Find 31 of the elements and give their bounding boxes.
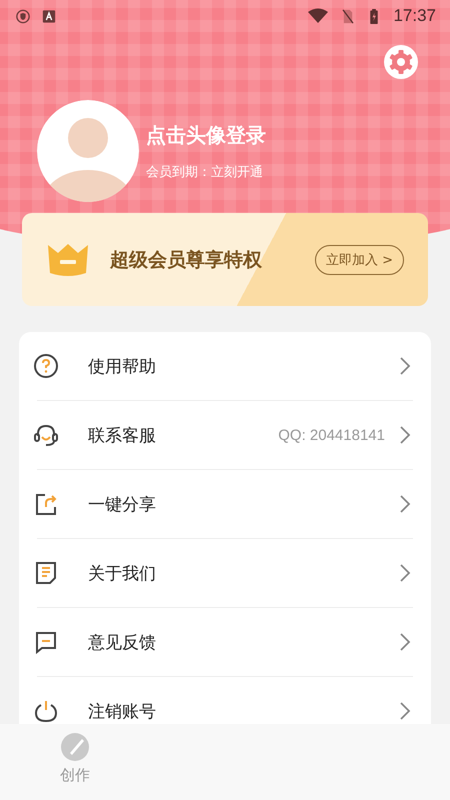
menu-label: 意见反馈 [88,632,156,654]
vip-title: 超级会员尊享特权 [110,248,263,272]
qq-number: QQ: 204418141 [278,426,385,444]
shield-icon [16,8,30,24]
comment-icon [33,629,59,655]
settings-icon[interactable] [384,45,418,79]
chevron-right-icon [399,563,411,583]
menu-label: 使用帮助 [88,356,156,378]
menu-label: 一键分享 [88,494,156,516]
menu-label: 关于我们 [88,562,156,584]
chevron-right-icon [399,701,411,721]
membership-status: 会员到期：立刻开通 [146,164,264,180]
vip-banner[interactable]: 超级会员尊享特权 立即加入 > [22,213,428,306]
chevron-right-icon [399,632,411,652]
chevron-right-icon [399,425,411,445]
nav-tab[interactable]: 创作 [0,724,150,800]
wifi-icon [307,8,330,24]
chevron-right-icon [399,356,411,376]
join-button[interactable]: 立即加入 > [314,244,404,274]
share-icon [33,491,59,517]
power-icon [33,698,59,724]
headset-icon [33,422,59,448]
chevron-right-icon [399,494,411,514]
help-icon [33,353,59,379]
no-sim-icon [341,8,356,24]
palette-icon [60,732,90,762]
menu-label: 联系客服 [88,424,156,446]
status-time: 17:37 [393,6,436,26]
crown-icon [46,242,90,276]
document-icon [33,560,59,586]
menu-label: 注销账号 [88,700,156,722]
